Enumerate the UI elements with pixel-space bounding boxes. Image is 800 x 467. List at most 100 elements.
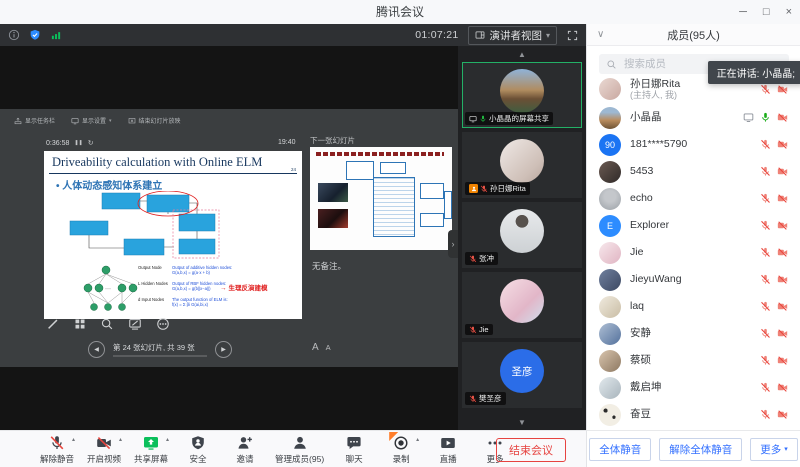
window-title: 腾讯会议	[0, 0, 800, 24]
meeting-info-icon[interactable]	[8, 29, 20, 41]
mute-all-button[interactable]: 全体静音	[589, 438, 651, 461]
avatar	[599, 161, 621, 183]
zoom-tool-icon[interactable]	[100, 317, 114, 331]
camera-off-icon	[777, 301, 788, 312]
end-slideshow-button[interactable]: 结束幻灯片放映	[128, 116, 181, 125]
video-tile[interactable]: 圣彦 樊圣彦	[462, 342, 582, 408]
restart-icon[interactable]: ↻	[88, 139, 94, 147]
member-row[interactable]: JieyuWang	[587, 266, 800, 293]
display-settings-button[interactable]: 显示设置 ▾	[71, 116, 112, 125]
toolbar-record[interactable]: ▴ 录制	[384, 434, 418, 465]
chevron-up-icon[interactable]: ▴	[119, 436, 122, 443]
scroll-up-arrow-icon[interactable]: ▲	[458, 50, 586, 59]
next-slide-figure	[420, 183, 444, 199]
show-taskbar-button[interactable]: 显示任务栏	[14, 116, 55, 125]
view-mode-button[interactable]: 演讲者视图 ▾	[468, 26, 557, 45]
chat-icon	[346, 435, 362, 451]
toolbar-unmute[interactable]: ▴ 解除静音	[40, 434, 74, 465]
speaker-notes: 无备注。	[312, 260, 346, 272]
video-tile[interactable]: 张冲	[462, 202, 582, 268]
red-arrow-icon: →	[220, 285, 227, 292]
member-row[interactable]: E Explorer	[587, 212, 800, 239]
font-decrease-button[interactable]: A	[326, 343, 331, 352]
shared-screen-stage: 显示任务栏 显示设置 ▾ 结束幻灯片放映 0:36:58 ❚❚ ↻ 19:40	[0, 46, 458, 430]
pen-tool-icon[interactable]	[46, 317, 60, 331]
pause-icon[interactable]: ❚❚	[74, 140, 82, 146]
mic-off-icon	[49, 435, 65, 451]
minimize-button[interactable]: ─	[739, 6, 747, 18]
toolbar-share-screen[interactable]: ▴ 共享屏幕	[134, 434, 168, 465]
chevron-down-icon: ▾	[109, 118, 112, 124]
member-row[interactable]: Jie	[587, 239, 800, 266]
avatar	[599, 377, 621, 399]
presentation-timer: 0:36:58 ❚❚ ↻	[46, 139, 94, 147]
nn-output-label: Output Node	[138, 265, 168, 276]
camera-off-icon	[777, 193, 788, 204]
video-tile[interactable]: 孙日娜Rita	[462, 132, 582, 198]
member-row[interactable]: 蔡硕	[587, 347, 800, 374]
mic-off-icon	[469, 255, 477, 263]
font-increase-button[interactable]: A	[312, 342, 319, 353]
panel-collapse-icon[interactable]: ∨	[597, 29, 604, 40]
close-button[interactable]: ×	[786, 6, 792, 18]
toolbar-manage-members[interactable]: 管理成员(95)	[275, 434, 324, 465]
next-slide-figure	[373, 177, 415, 237]
video-strip-expand-handle[interactable]: ›	[448, 230, 458, 258]
previous-slide-button[interactable]: ◀	[88, 341, 105, 358]
member-row[interactable]: 90 181****5790	[587, 131, 800, 158]
camera-off-icon	[777, 274, 788, 285]
member-row[interactable]: 5453	[587, 158, 800, 185]
meeting-toolbar: ▴ 解除静音 ▴ 开启视频 ▴ 共享屏幕 安全 邀请	[0, 430, 586, 467]
toolbar-security[interactable]: 安全	[181, 434, 215, 465]
mic-off-icon	[760, 84, 771, 95]
toolbar-start-video[interactable]: ▴ 开启视频	[87, 434, 121, 465]
current-slide: Driveability calculation with Online ELM…	[44, 151, 302, 319]
slide-grid-icon[interactable]	[74, 318, 86, 330]
more-tools-icon[interactable]	[156, 317, 170, 331]
camera-off-icon	[777, 166, 788, 177]
fullscreen-icon[interactable]	[567, 30, 578, 41]
toolbar-chat[interactable]: 聊天	[337, 434, 371, 465]
slide-annotation: →生理反演建模	[220, 282, 268, 292]
member-row[interactable]: laq	[587, 293, 800, 320]
toolbar-invite[interactable]: 邀请	[228, 434, 262, 465]
next-slide-thumbnail[interactable]	[310, 147, 452, 250]
display-icon	[71, 117, 79, 125]
unmute-all-button[interactable]: 解除全体静音	[659, 438, 742, 461]
display-tool-icon[interactable]	[128, 317, 142, 331]
member-row[interactable]: 小晶晶	[587, 104, 800, 131]
member-row[interactable]: 奋豆	[587, 401, 800, 428]
next-slide-figure	[346, 161, 374, 180]
layout-icon	[475, 30, 485, 40]
avatar	[599, 242, 621, 264]
mic-off-icon	[760, 301, 771, 312]
chevron-up-icon[interactable]: ▴	[416, 436, 419, 443]
member-list: 孙日娜Rita (主持人, 我) 小晶晶 90 181**	[587, 74, 800, 430]
video-tile[interactable]: Jie	[462, 272, 582, 338]
mic-off-icon	[760, 166, 771, 177]
next-slide-label: 下一张幻灯片	[310, 135, 355, 146]
more-members-actions-button[interactable]: 更多 ▾	[750, 438, 798, 461]
next-slide-figure	[318, 183, 348, 202]
maximize-button[interactable]: □	[763, 6, 770, 18]
chevron-up-icon[interactable]: ▴	[72, 436, 75, 443]
members-icon	[292, 435, 308, 451]
security-shield-icon[interactable]	[29, 29, 41, 41]
camera-off-icon	[777, 139, 788, 150]
invite-icon	[237, 435, 253, 451]
member-row[interactable]: 安静	[587, 320, 800, 347]
video-tile-share[interactable]: 小晶晶的屏幕共享	[462, 62, 582, 128]
next-slide-button[interactable]: ▶	[215, 341, 232, 358]
end-meeting-button[interactable]: 结束会议	[496, 438, 566, 462]
network-signal-icon[interactable]	[50, 29, 62, 41]
view-mode-label: 演讲者视图	[489, 28, 542, 43]
video-tile-label: 樊圣彦	[465, 392, 506, 405]
member-row[interactable]: 戴启坤	[587, 374, 800, 401]
scroll-down-arrow-icon[interactable]: ▼	[458, 418, 586, 427]
chevron-up-icon[interactable]: ▴	[166, 436, 169, 443]
presenter-view: 显示任务栏 显示设置 ▾ 结束幻灯片放映 0:36:58 ❚❚ ↻ 19:40	[0, 109, 458, 367]
timer-value: 0:36:58	[46, 140, 69, 147]
mic-off-icon	[760, 274, 771, 285]
toolbar-live[interactable]: 直播	[431, 434, 465, 465]
member-row[interactable]: echo	[587, 185, 800, 212]
